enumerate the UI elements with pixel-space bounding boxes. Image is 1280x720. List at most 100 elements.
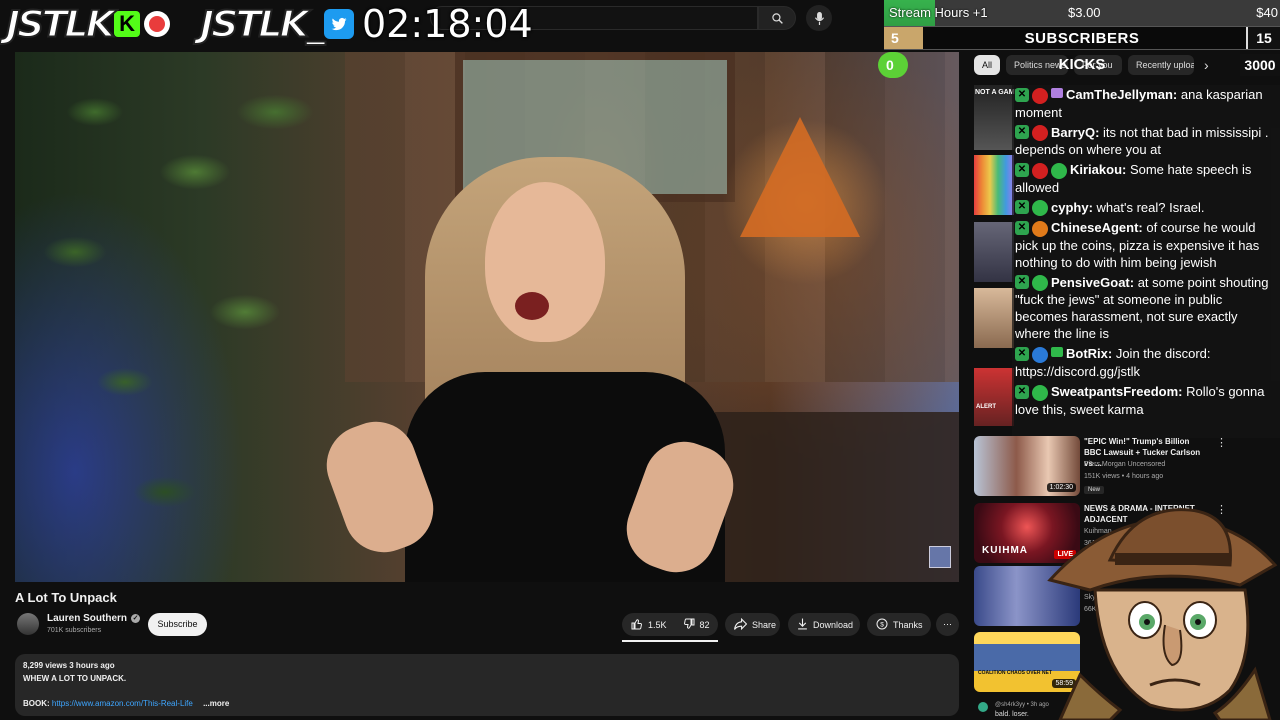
stream-hours-label: Stream Hours +1 xyxy=(889,5,988,20)
stream-hours-target: $40 xyxy=(1256,5,1278,20)
rec-thumb-peek-5[interactable]: ALERT xyxy=(974,368,1014,426)
more-actions-button[interactable]: ⋯ xyxy=(936,613,959,636)
rec-thumb-peek-1[interactable]: NOT A GAME xyxy=(974,85,1019,150)
chat-badges: ✕ xyxy=(1015,125,1048,142)
search-icon xyxy=(771,12,783,24)
chat-badges: ✕ xyxy=(1015,162,1067,179)
moderator-badge-icon: ✕ xyxy=(1015,125,1029,140)
channel-name-text: Lauren Southern xyxy=(47,613,128,624)
chat-message: ✕ PensiveGoat: at some point shouting "fu… xyxy=(1012,273,1280,345)
subscribers-target: 15 xyxy=(1246,27,1280,49)
like-dislike-group: 1.5K 82 xyxy=(622,613,718,636)
thumb-text-alert: ALERT xyxy=(976,404,996,410)
chat-badges: ✕ xyxy=(1015,384,1048,401)
orange-badge-icon xyxy=(1032,220,1048,237)
comment-avatar xyxy=(978,702,988,712)
red-badge-icon xyxy=(1032,162,1048,179)
green-badge-icon xyxy=(1051,162,1067,179)
like-underline xyxy=(622,640,718,642)
download-label: Download xyxy=(813,619,854,630)
kicks-target: 3000 xyxy=(1240,54,1280,76)
description-box[interactable]: 8,299 views 3 hours ago WHEW A LOT TO UN… xyxy=(15,654,959,716)
like-count[interactable]: 1.5K xyxy=(648,620,667,630)
download-icon xyxy=(797,618,808,632)
presenter-mouth xyxy=(515,292,549,320)
new-badge: New xyxy=(1084,486,1105,494)
share-icon xyxy=(734,617,748,632)
rec-meta: 151K views • 4 hours ago xyxy=(1084,473,1164,480)
chat-badges: ✕ xyxy=(1015,275,1048,292)
description-line: WHEW A LOT TO UNPACK. xyxy=(23,674,127,683)
rec-thumb-peek-4[interactable] xyxy=(974,288,1014,348)
moderator-badge-icon: ✕ xyxy=(1015,200,1029,215)
more-vert-icon[interactable]: ⋮ xyxy=(1216,436,1227,449)
more-horiz-icon: ⋯ xyxy=(943,619,952,629)
channel-name[interactable]: Lauren Southern ✓ xyxy=(47,613,141,624)
subscribers-goal: 5 SUBSCRIBERS 15 xyxy=(884,26,1280,50)
dislike-count: 82 xyxy=(699,619,710,630)
microphone-icon xyxy=(814,11,824,25)
chat-username[interactable]: ChineseAgent: xyxy=(1051,220,1143,235)
thumbs-down-icon[interactable] xyxy=(683,618,695,632)
stream-hours-amount: $3.00 xyxy=(1068,5,1101,20)
moderator-badge-icon: ✕ xyxy=(1015,220,1029,235)
moderator-badge-icon: ✕ xyxy=(1015,87,1029,102)
chat-username[interactable]: cyphy: xyxy=(1051,200,1093,215)
red-badge-icon xyxy=(1032,125,1048,142)
search-button[interactable] xyxy=(758,6,796,30)
description-book-line: BOOK: https://www.amazon.com/This-Real-L… xyxy=(23,699,229,708)
video-title: A Lot To Unpack xyxy=(15,590,117,605)
chat-message: ✕ ChineseAgent: of course he would pick u… xyxy=(1012,218,1280,273)
channel-subscribers: 701K subscribers xyxy=(47,627,102,634)
chat-message: ✕ BotRix: Join the discord: https://disco… xyxy=(1012,344,1280,382)
download-button[interactable]: Download xyxy=(788,613,860,636)
chat-username[interactable]: BarryQ: xyxy=(1051,125,1099,140)
red-badge-icon xyxy=(1032,87,1048,104)
rec-thumb-peek-3[interactable] xyxy=(974,222,1014,282)
chat-username[interactable]: PensiveGoat: xyxy=(1051,275,1134,290)
thumbs-up-icon[interactable] xyxy=(631,618,643,632)
video-player[interactable] xyxy=(15,52,959,582)
chat-username[interactable]: CamTheJellyman: xyxy=(1066,87,1177,102)
green-badge-icon xyxy=(1032,200,1048,217)
kicks-goal: 0 KICKS 3000 xyxy=(878,52,1280,78)
plant-decoration xyxy=(15,52,345,582)
chat-message: ✕ cyphy: what's real? Israel. xyxy=(1012,198,1280,219)
moderator-badge-icon: ✕ xyxy=(1015,162,1029,177)
screen: JSTLK K JSTLK_ 02:18:04 Stream Hours +1 … xyxy=(0,0,1280,720)
chat-username[interactable]: SweatpantsFreedom: xyxy=(1051,384,1182,399)
book-link[interactable]: https://www.amazon.com/This-Real-Life xyxy=(52,699,193,708)
voice-search-button[interactable] xyxy=(806,5,832,31)
jstlk-kick-logo: JSTLK K xyxy=(5,2,171,46)
chat-username[interactable]: Kiriakou: xyxy=(1070,162,1126,177)
lamp-shade xyxy=(740,117,860,237)
show-more-link[interactable]: ...more xyxy=(203,699,229,708)
share-button[interactable]: Share xyxy=(725,613,780,636)
stream-hours-goal: Stream Hours +1 $3.00 $40 xyxy=(884,0,1280,26)
channel-avatar[interactable] xyxy=(17,613,39,635)
presenter-face xyxy=(485,182,605,342)
thanks-icon: $ xyxy=(876,618,888,632)
video-overlay-avatar xyxy=(929,546,951,568)
chat-username[interactable]: BotRix: xyxy=(1066,346,1112,361)
greencheck-badge-icon xyxy=(1051,346,1063,357)
green-badge-icon xyxy=(1032,384,1048,401)
thanks-label: Thanks xyxy=(893,619,923,630)
cabinet xyxy=(715,412,959,582)
logo1-text: JSTLK xyxy=(5,2,116,46)
rec-thumb-peek-2[interactable] xyxy=(974,155,1014,215)
chat-badges: ✕ xyxy=(1015,220,1048,237)
pink-badge-icon xyxy=(1051,87,1063,98)
rec-thumbnail: 1:02:30 xyxy=(974,436,1080,496)
rec-channel: Piers Morgan Uncensored xyxy=(1084,461,1166,468)
thumb-text-kuihman: KUIHMA xyxy=(982,545,1028,556)
view-count-date: 8,299 views 3 hours ago xyxy=(23,661,115,670)
thanks-button[interactable]: $ Thanks xyxy=(867,613,931,636)
twitter-bird-icon xyxy=(324,9,355,39)
subscribe-button[interactable]: Subscribe xyxy=(148,613,207,636)
stream-timer: 02:18:04 xyxy=(362,2,533,46)
svg-text:$: $ xyxy=(880,621,884,628)
rec-duration: 1:02:30 xyxy=(1046,483,1076,492)
moderator-badge-icon: ✕ xyxy=(1015,275,1029,290)
rec-video-1[interactable]: 1:02:30 "EPIC Win!" Trump's Billion BBC … xyxy=(974,436,1264,496)
